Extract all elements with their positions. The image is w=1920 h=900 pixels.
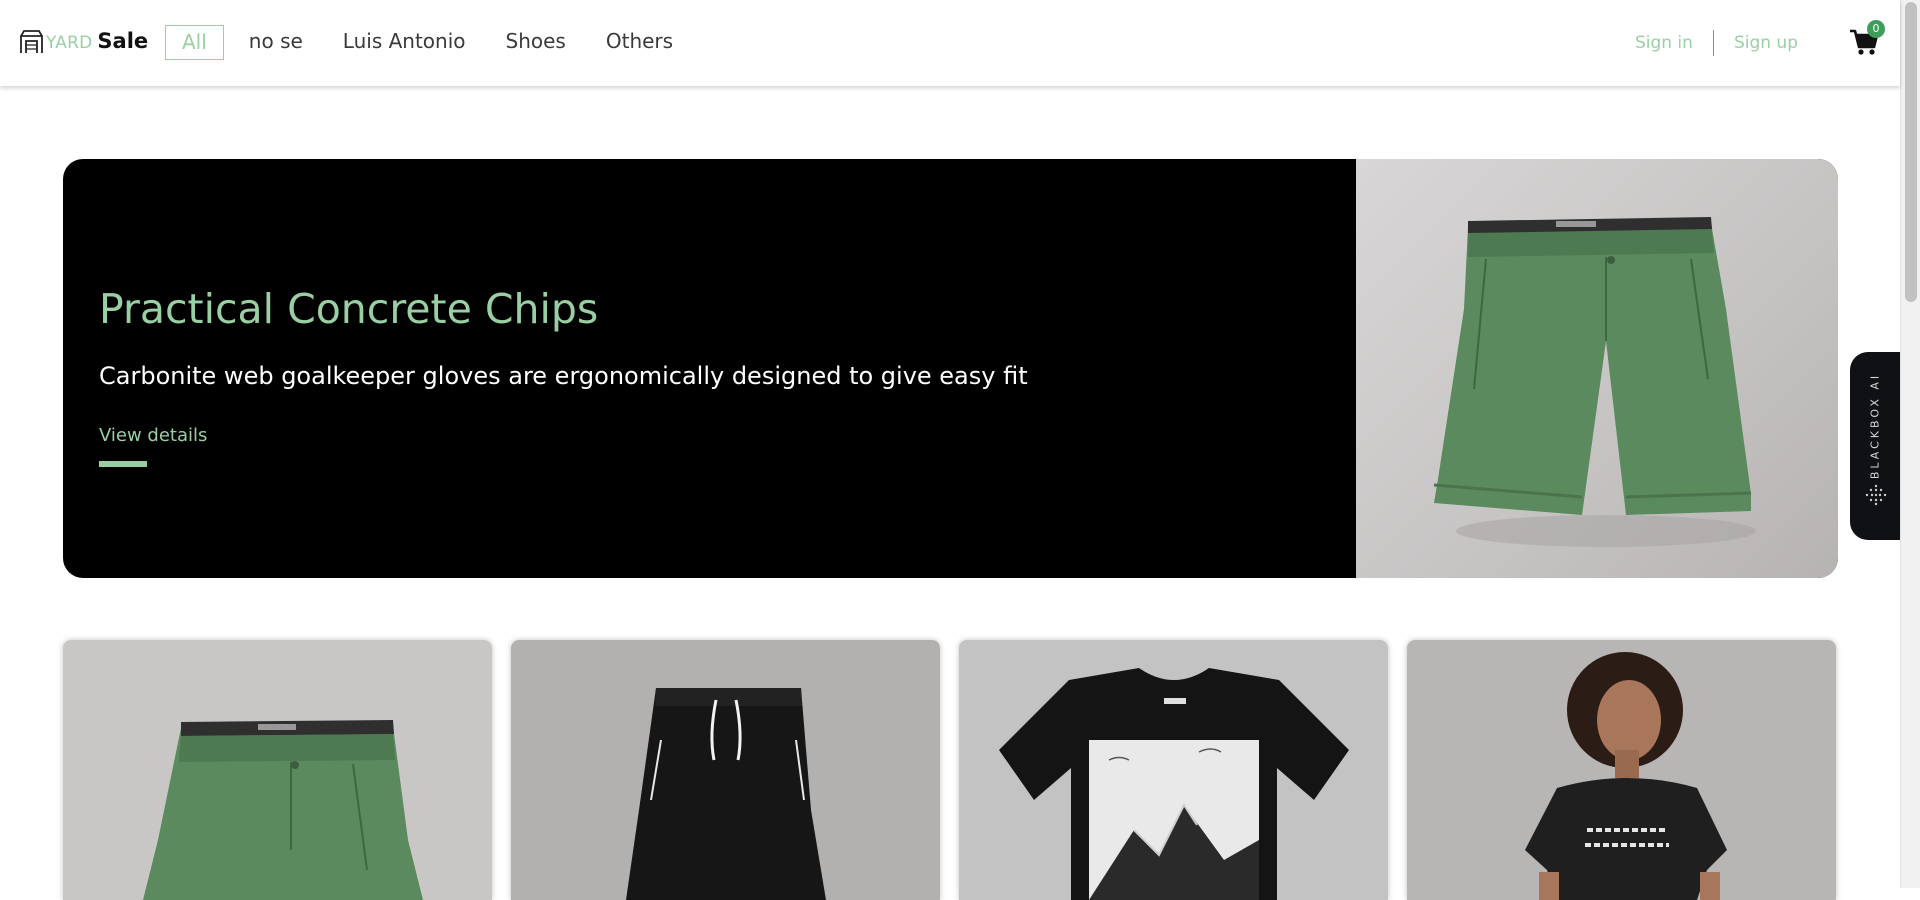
page-scrollbar[interactable]	[1900, 0, 1920, 888]
hero-banner: Practical Concrete Chips Carbonite web g…	[63, 159, 1838, 578]
hero-product-image[interactable]	[1356, 159, 1838, 578]
blackbox-label: BLACKBOX AI	[1868, 372, 1882, 480]
brand-name-part1: YARD	[46, 32, 93, 53]
black-joggers-photo	[511, 640, 940, 900]
hero-description: Carbonite web goalkeeper gloves are ergo…	[99, 362, 1028, 390]
view-details-link[interactable]: View details	[99, 425, 207, 446]
auth-divider	[1712, 30, 1714, 56]
scrollbar-thumb[interactable]	[1905, 2, 1917, 302]
top-navbar: YARD Sale All no se Luis Antonio Shoes O…	[0, 0, 1900, 86]
woman-black-tshirt-photo	[1407, 640, 1836, 900]
nav-item-all[interactable]: All	[165, 25, 224, 60]
brand-name-part2: Sale	[97, 29, 149, 53]
storefront-icon	[20, 29, 43, 53]
sign-in-link[interactable]: Sign in	[1635, 33, 1693, 53]
product-card[interactable]	[63, 640, 492, 900]
blackbox-ai-tab[interactable]: BLACKBOX AI	[1850, 352, 1900, 540]
hero-title: Practical Concrete Chips	[99, 285, 599, 333]
nav-item-no-se[interactable]: no se	[249, 25, 303, 60]
nav-item-others[interactable]: Others	[606, 25, 673, 60]
nav-item-luis-antonio[interactable]: Luis Antonio	[343, 25, 466, 60]
cart-button[interactable]: 0	[1849, 20, 1885, 60]
blackbox-dots-icon	[1865, 484, 1887, 506]
product-card[interactable]	[1407, 640, 1836, 900]
category-nav: All no se Luis Antonio Shoes Others	[165, 25, 713, 60]
product-card[interactable]	[511, 640, 940, 900]
nav-item-shoes[interactable]: Shoes	[506, 25, 566, 60]
green-shorts-photo	[63, 640, 492, 900]
product-card[interactable]	[959, 640, 1388, 900]
brand-logo[interactable]: YARD Sale	[19, 26, 148, 56]
auth-links: Sign in Sign up	[1635, 28, 1798, 58]
mountain-graphic-tshirt-photo	[959, 640, 1388, 900]
cart-count-badge: 0	[1867, 20, 1885, 38]
view-details-underline	[99, 461, 147, 467]
green-shorts-illustration	[1433, 217, 1756, 547]
sign-up-link[interactable]: Sign up	[1734, 33, 1798, 53]
